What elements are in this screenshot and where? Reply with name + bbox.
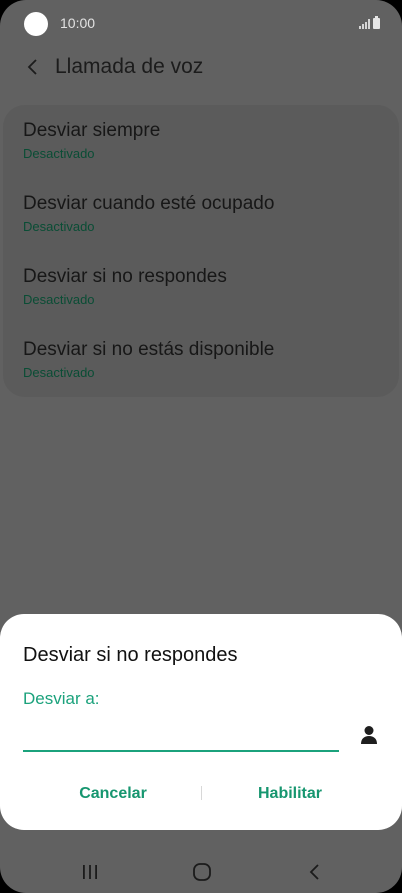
list-item-busy[interactable]: Desviar cuando esté ocupado Desactivado <box>23 193 383 253</box>
battery-icon <box>373 16 380 29</box>
signal-icon <box>359 19 370 29</box>
list-item-unreachable[interactable]: Desviar si no estás disponible Desactiva… <box>23 339 383 399</box>
home-icon <box>193 863 211 881</box>
forward-dialog: Desviar si no respondes Desviar a: Cance… <box>0 614 402 830</box>
navigation-bar <box>0 850 402 893</box>
front-camera <box>24 12 48 36</box>
recent-apps-icon <box>83 865 97 879</box>
contacts-button[interactable] <box>356 722 382 748</box>
app-header: Llamada de voz <box>0 48 402 88</box>
back-icon <box>309 864 319 880</box>
system-back-button[interactable] <box>295 860 335 884</box>
list-item-always[interactable]: Desviar siempre Desactivado <box>23 120 383 180</box>
person-icon <box>361 726 377 744</box>
cancel-button[interactable]: Cancelar <box>70 780 156 808</box>
item-status: Desactivado <box>23 292 95 307</box>
forward-number-input[interactable] <box>23 724 339 752</box>
item-status: Desactivado <box>23 219 95 234</box>
recent-apps-button[interactable] <box>70 860 110 884</box>
enable-button[interactable]: Habilitar <box>250 780 330 808</box>
forward-to-label: Desviar a: <box>23 689 100 708</box>
item-title: Desviar si no respondes <box>23 266 227 287</box>
status-icons <box>359 15 380 29</box>
status-time: 10:00 <box>60 15 96 31</box>
item-status: Desactivado <box>23 146 95 161</box>
home-button[interactable] <box>182 860 222 884</box>
forwarding-options-list: Desviar siempre Desactivado Desviar cuan… <box>3 105 399 397</box>
back-button[interactable] <box>18 52 48 82</box>
list-item-no-answer[interactable]: Desviar si no respondes Desactivado <box>23 266 383 326</box>
phone-screen: 10:00 Llamada de voz Desviar siempre Des… <box>0 0 402 893</box>
item-title: Desviar si no estás disponible <box>23 339 275 360</box>
item-title: Desviar siempre <box>23 120 161 141</box>
dialog-title: Desviar si no respondes <box>23 644 238 666</box>
status-bar: 10:00 <box>0 0 402 48</box>
chevron-left-icon <box>27 59 37 75</box>
item-title: Desviar cuando esté ocupado <box>23 193 275 214</box>
button-divider <box>201 786 202 800</box>
page-title: Llamada de voz <box>55 55 204 78</box>
item-status: Desactivado <box>23 365 95 380</box>
